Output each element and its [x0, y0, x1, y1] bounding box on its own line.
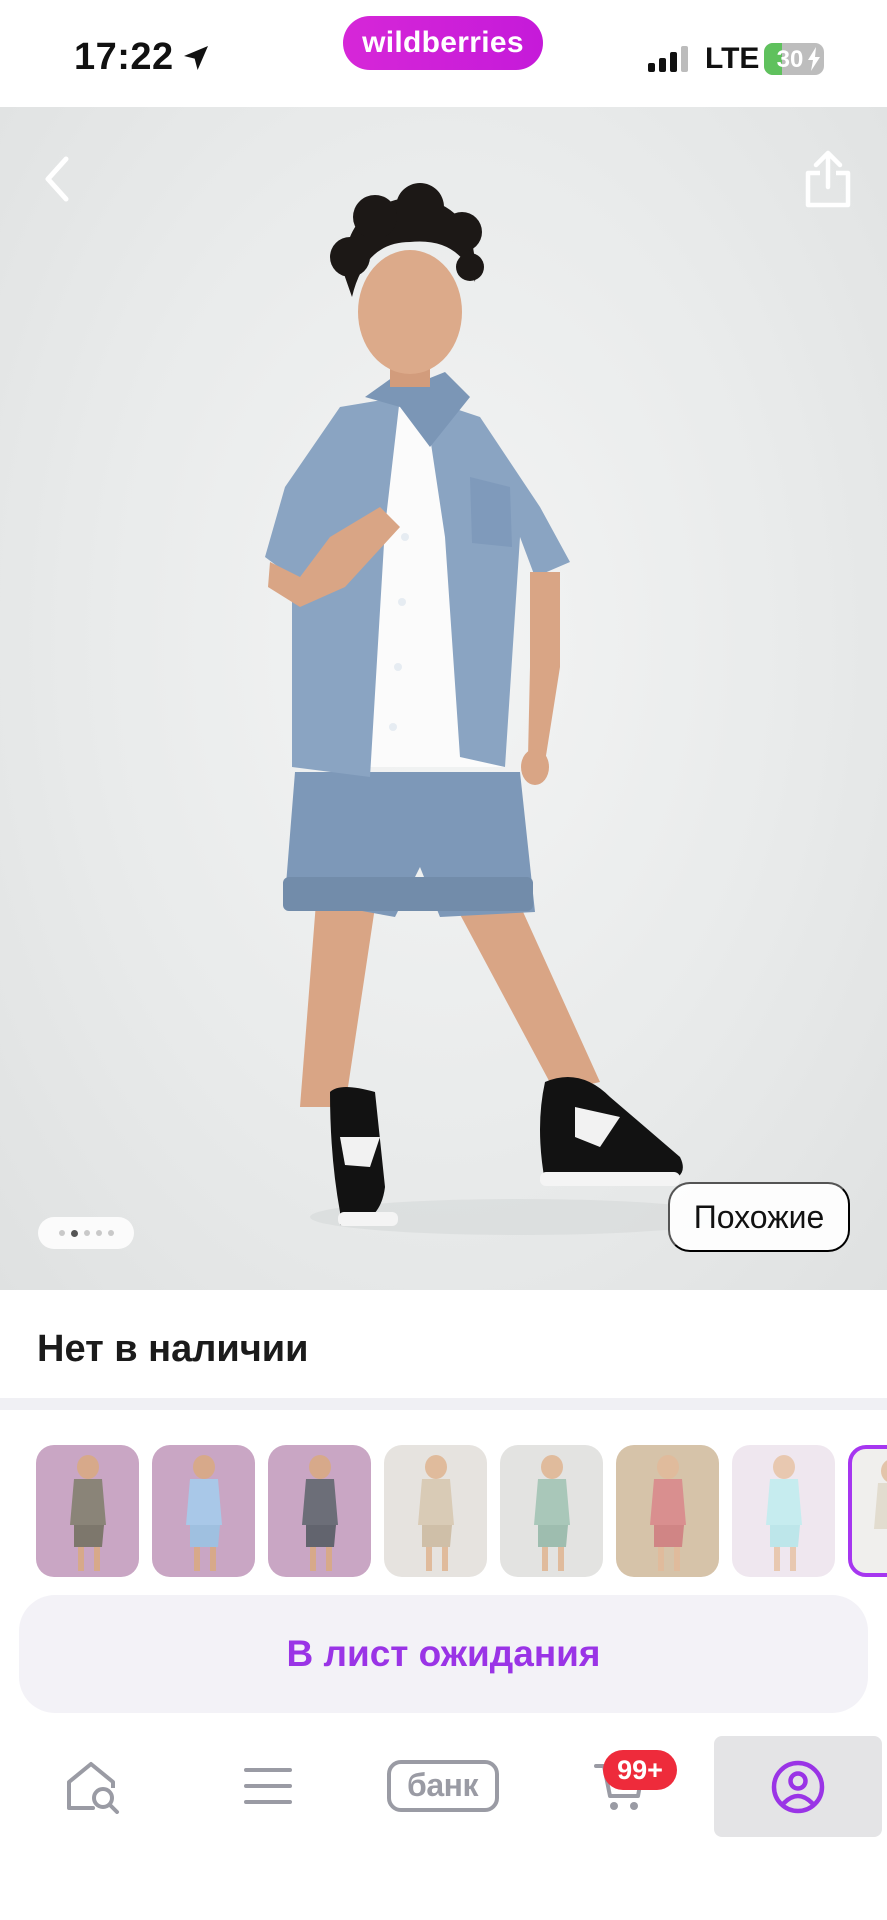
home-indicator — [305, 1895, 582, 1905]
section-divider — [0, 1398, 887, 1410]
charging-bolt-icon — [808, 47, 820, 71]
product-image[interactable]: Похожие — [0, 107, 887, 1290]
pagination-dot — [70, 1229, 78, 1237]
waitlist-button[interactable]: В лист ожидания — [19, 1595, 868, 1713]
tab-home[interactable] — [45, 1735, 140, 1836]
profile-icon — [771, 1760, 825, 1813]
availability-card: Нет в наличии — [0, 1290, 887, 1398]
battery-indicator: 30 — [764, 43, 824, 75]
status-bar: 17:22 wildberries LTE 30 — [0, 0, 887, 107]
variant-thumbnail-selected[interactable] — [848, 1445, 887, 1577]
share-icon[interactable] — [800, 147, 856, 211]
variant-thumbnail[interactable] — [268, 1445, 371, 1577]
pagination-dot — [95, 1230, 102, 1236]
tab-catalog[interactable] — [220, 1735, 315, 1836]
pagination-dot — [83, 1230, 90, 1236]
home-search-icon — [66, 1761, 119, 1814]
signal-icon — [648, 46, 688, 72]
tab-bank[interactable]: банк — [380, 1735, 505, 1836]
back-chevron-icon[interactable] — [36, 151, 80, 207]
variant-thumbnail[interactable] — [500, 1445, 603, 1577]
menu-icon — [243, 1767, 292, 1804]
tab-profile[interactable] — [714, 1736, 882, 1837]
brand-logo: wildberries — [343, 16, 543, 70]
network-type: LTE — [705, 42, 760, 75]
variant-thumbnail[interactable] — [36, 1445, 139, 1577]
gallery-pagination — [38, 1217, 134, 1249]
variant-thumbnail[interactable] — [384, 1445, 487, 1577]
availability-status: Нет в наличии — [37, 1328, 309, 1370]
cart-badge: 99+ — [603, 1750, 677, 1790]
similar-button[interactable]: Похожие — [668, 1182, 850, 1252]
variant-thumbnail[interactable] — [732, 1445, 835, 1577]
variant-thumbnail[interactable] — [152, 1445, 255, 1577]
variant-thumbnail[interactable] — [616, 1445, 719, 1577]
status-time: 17:22 — [74, 36, 174, 78]
product-photo — [265, 183, 730, 1235]
location-arrow-icon — [184, 46, 208, 70]
pagination-dot — [107, 1230, 114, 1236]
pagination-dot — [58, 1230, 65, 1236]
bank-label: банк — [386, 1759, 499, 1812]
